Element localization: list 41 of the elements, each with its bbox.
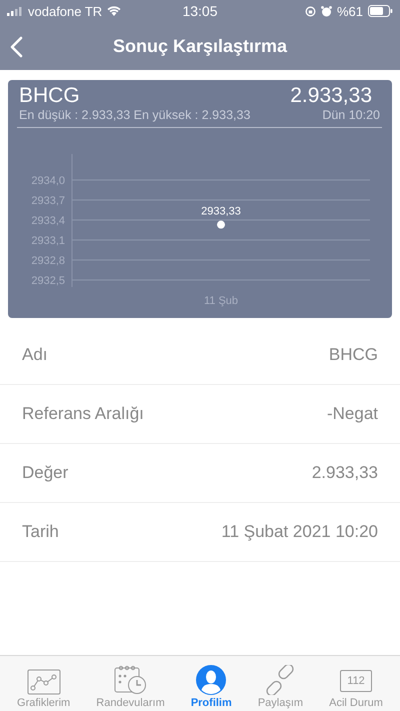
y-tick-label: 2933,4: [31, 215, 65, 227]
battery-icon: [368, 5, 393, 17]
line-chart-icon: [26, 669, 61, 695]
detail-value: BHCG: [328, 345, 378, 365]
y-tick-label: 2932,8: [31, 255, 65, 267]
back-chevron-icon: [10, 36, 23, 58]
test-name: BHCG: [19, 84, 80, 108]
carrier-name: vodafone TR: [28, 4, 102, 18]
emergency-number-icon: 112: [340, 670, 372, 692]
detail-value: -Negat: [326, 404, 378, 424]
data-point: [217, 220, 225, 229]
wifi-icon: [107, 6, 122, 16]
detail-label: Referans Aralığı: [22, 404, 144, 424]
tab-item[interactable]: Paylaşım: [258, 665, 304, 709]
detail-value: 11 Şubat 2021 10:20: [221, 522, 378, 542]
y-tick-label: 2933,7: [31, 195, 65, 207]
detail-label: Tarih: [22, 522, 59, 542]
tab-item[interactable]: 112 Acil Durum: [329, 670, 383, 709]
signal-icon: [7, 6, 23, 16]
rotation-lock-icon: [304, 6, 316, 16]
detail-value: 2.933,33: [312, 463, 378, 483]
test-value: 2.933,33: [290, 84, 372, 108]
data-label: 2933,33: [201, 206, 241, 218]
status-time: 13:05: [181, 3, 219, 19]
y-tick-label: 2933,1: [31, 235, 65, 247]
tab-item[interactable]: Randevularım: [96, 665, 165, 709]
tab-item[interactable]: Grafiklerim: [17, 669, 70, 709]
person-icon: [196, 665, 226, 695]
alarm-icon: [320, 6, 332, 16]
y-tick-label: 2934,0: [31, 175, 65, 187]
result-time: Dün 10:20: [322, 108, 380, 122]
screen-title: Sonuç Karşılaştırma: [112, 36, 288, 56]
y-tick-label: 2932,5: [31, 275, 65, 287]
chain-link-icon: [264, 665, 296, 695]
range-text: En düşük : 2.933,33 En yüksek : 2.933,33: [19, 108, 250, 122]
x-tick-label: 11 Şub: [204, 295, 238, 307]
detail-label: Değer: [22, 463, 68, 483]
tab-item[interactable]: Profilim: [190, 665, 232, 709]
detail-label: Adı: [22, 345, 48, 365]
calendar-clock-icon: [114, 665, 148, 695]
battery-percent: %61: [336, 4, 363, 18]
